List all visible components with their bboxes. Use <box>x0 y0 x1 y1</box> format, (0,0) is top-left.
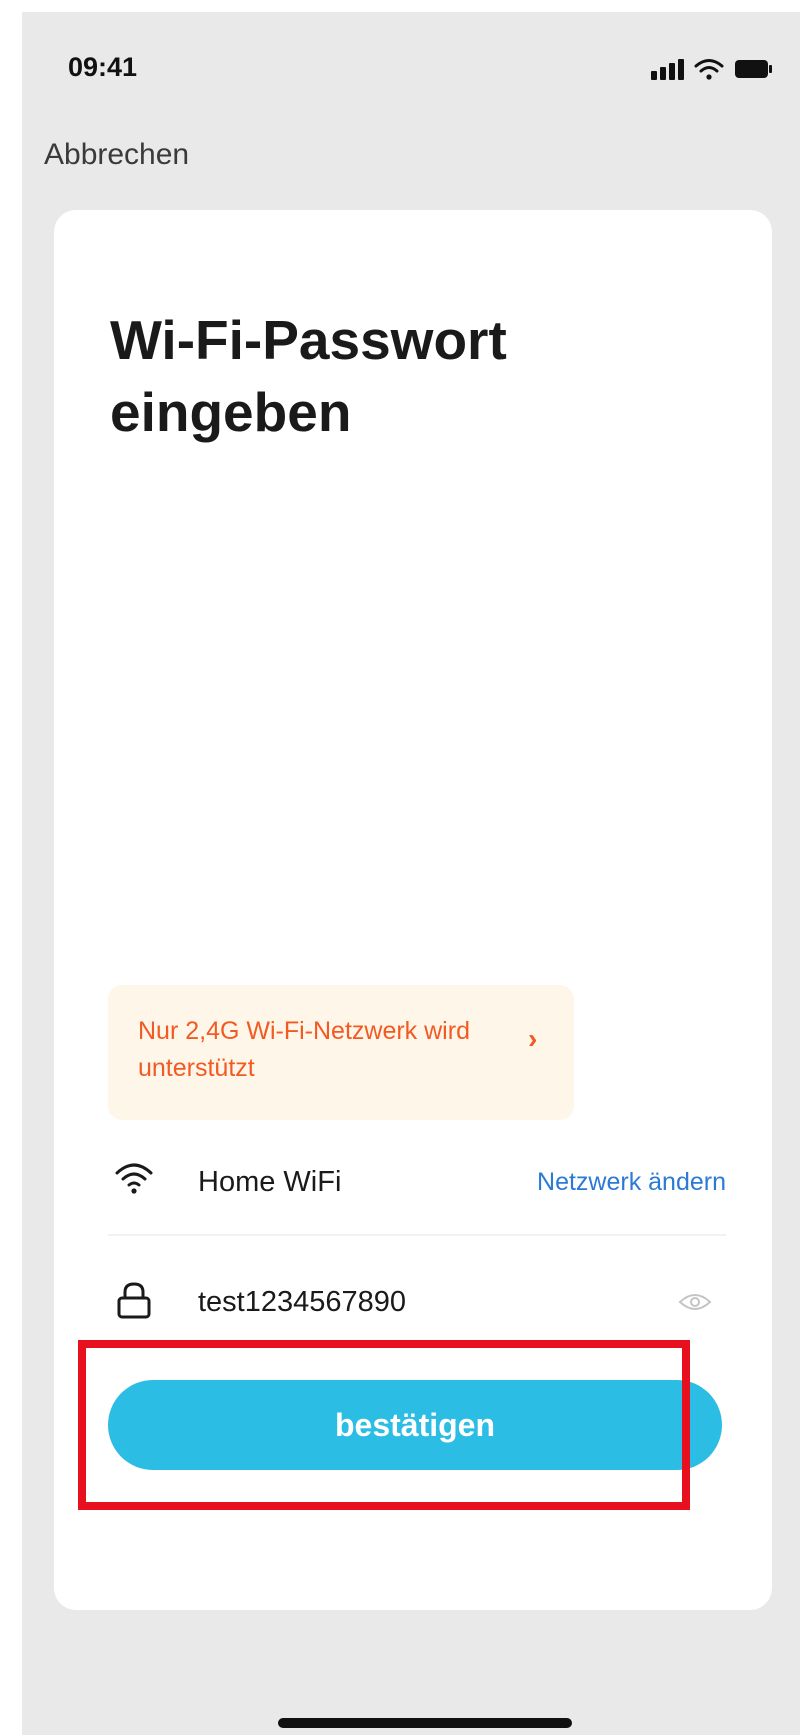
status-icons <box>651 58 774 80</box>
frequency-notice[interactable]: Nur 2,4G Wi-Fi-Netzwerk wird unterstützt… <box>108 985 574 1120</box>
chevron-right-icon: › <box>528 1023 538 1054</box>
page-title: Wi-Fi-Passwort eingeben <box>110 309 507 443</box>
change-network-link[interactable]: Netzwerk ändern <box>537 1168 726 1197</box>
confirm-button[interactable]: bestätigen <box>108 1380 722 1470</box>
wifi-icon <box>114 1160 154 1201</box>
signal-icon <box>651 59 684 80</box>
status-time: 09:41 <box>68 52 138 82</box>
divider <box>108 1234 726 1236</box>
eye-icon[interactable] <box>678 1292 712 1317</box>
notice-text: Nur 2,4G Wi-Fi-Netzwerk wird unterstützt <box>138 1017 470 1082</box>
network-row: Home WiFi Netzwerk ändern <box>108 1138 726 1228</box>
cancel-button[interactable]: Abbrechen <box>44 138 189 172</box>
home-indicator <box>278 1718 572 1728</box>
network-name: Home WiFi <box>198 1166 342 1198</box>
battery-icon <box>734 58 774 80</box>
password-field[interactable]: test1234567890 <box>198 1286 406 1319</box>
lock-icon <box>114 1280 154 1325</box>
phone-screen: 09:41 Abbrechen Wi-Fi-Passwort eingeben … <box>22 12 800 1735</box>
wifi-icon <box>694 58 724 80</box>
password-row[interactable]: test1234567890 <box>108 1258 726 1348</box>
